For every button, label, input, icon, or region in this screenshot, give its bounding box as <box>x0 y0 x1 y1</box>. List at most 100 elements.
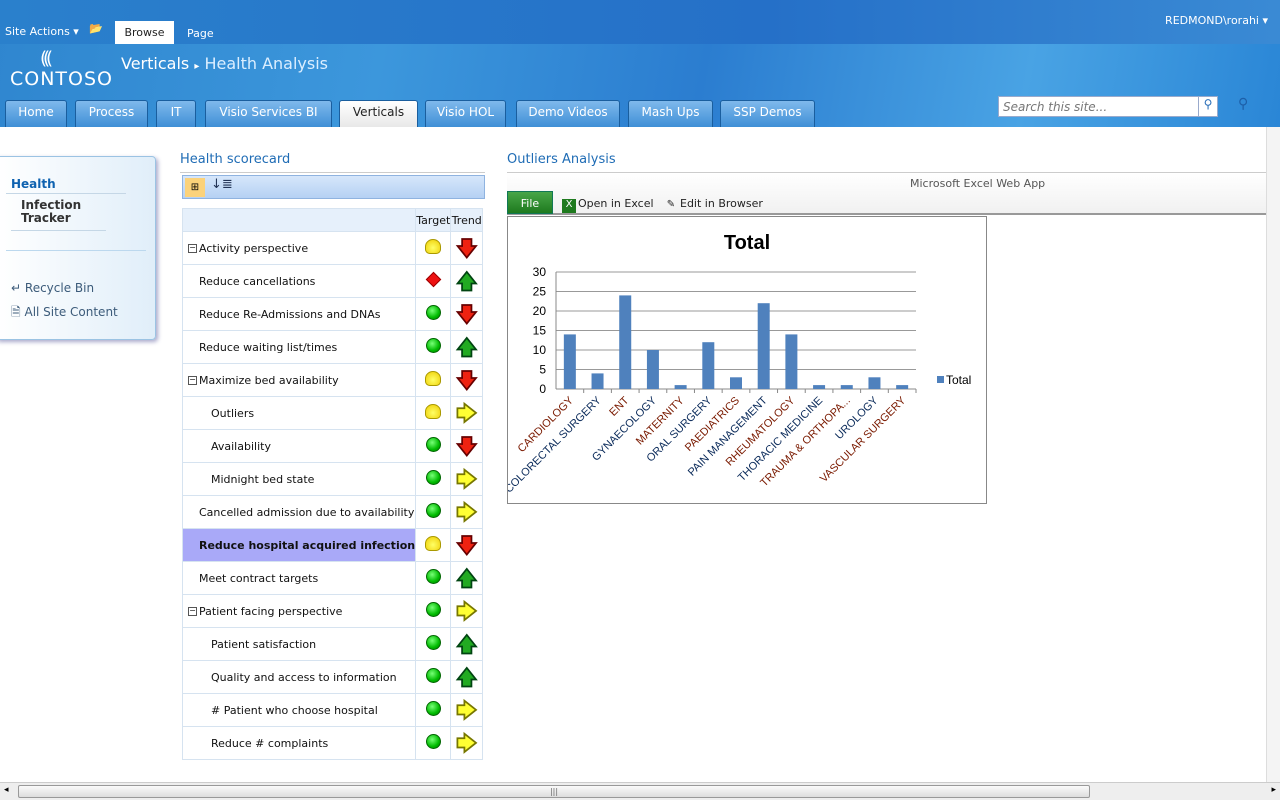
logo-text: CONTOSO <box>10 68 114 90</box>
bar-paediatrics <box>730 377 742 389</box>
nav-heading-health[interactable]: Health <box>11 177 56 191</box>
scorecard-toolbar: ⊞ ↓≣ <box>182 175 485 199</box>
table-row[interactable]: Cancelled admission due to availability 🡆 <box>181 495 483 529</box>
edit-in-browser-button[interactable]: ✎ Edit in Browser <box>664 197 763 213</box>
table-row[interactable]: Midnight bed state 🡆 <box>181 462 483 496</box>
trend-cell: 🡇 <box>450 528 483 562</box>
search-input[interactable]: Search this site... <box>998 96 1218 117</box>
recycle-bin-icon: ↵ <box>11 281 22 295</box>
kpi-cell[interactable]: Reduce waiting list/times <box>181 330 417 364</box>
tab-verticals[interactable]: Verticals <box>339 100 418 127</box>
breadcrumb-current: Health Analysis <box>204 54 328 73</box>
tab-visio-services-bi[interactable]: Visio Services BI <box>205 100 332 127</box>
trend-cell: 🡇 <box>450 297 483 331</box>
table-row[interactable]: # Patient who choose hospital 🡆 <box>181 693 483 727</box>
green-circle-icon <box>425 701 441 716</box>
table-row[interactable]: Reduce cancellations 🡅 <box>181 264 483 298</box>
kpi-cell[interactable]: − Maximize bed availability <box>181 363 417 397</box>
kpi-label: Activity perspective <box>199 241 309 255</box>
kpi-cell[interactable]: # Patient who choose hospital <box>181 693 417 727</box>
green-circle-icon <box>425 602 441 617</box>
bar-pain-management <box>757 303 770 389</box>
trend-cell: 🡅 <box>450 660 483 694</box>
nav-item-infection-tracker[interactable]: Infection Tracker <box>21 199 111 225</box>
table-row[interactable]: Reduce # complaints 🡆 <box>181 726 483 760</box>
horizontal-scrollbar[interactable]: ◂ ||| ▸ <box>0 782 1280 800</box>
kpi-cell[interactable]: − Patient facing perspective <box>181 594 417 628</box>
trend-cell: 🡇 <box>450 429 483 463</box>
tab-ssp-demos[interactable]: SSP Demos <box>720 100 815 127</box>
kpi-cell[interactable]: Midnight bed state <box>181 462 417 496</box>
table-row[interactable]: Reduce hospital acquired infection 🡇 <box>181 528 483 562</box>
expand-collapse-icon[interactable]: ⊞ <box>185 178 205 197</box>
target-cell <box>415 396 452 430</box>
trend-cell: 🡅 <box>450 561 483 595</box>
kpi-cell[interactable]: Outliers <box>181 396 417 430</box>
kpi-cell[interactable]: Quality and access to information <box>181 660 417 694</box>
vertical-scrollbar[interactable] <box>1266 127 1280 782</box>
y-tick-label: 15 <box>533 324 547 338</box>
table-row[interactable]: Reduce waiting list/times 🡅 <box>181 330 483 364</box>
green-circle-icon <box>425 569 441 584</box>
file-button[interactable]: File <box>507 191 553 214</box>
table-row[interactable]: Outliers 🡆 <box>181 396 483 430</box>
breadcrumb-arrow-icon: ▸ <box>194 61 200 72</box>
tab-browse[interactable]: Browse <box>115 21 174 44</box>
site-actions-menu[interactable]: Site Actions ▾ <box>5 25 79 38</box>
kpi-label: Outliers <box>211 406 255 420</box>
kpi-cell[interactable]: Cancelled admission due to availability <box>181 495 417 529</box>
tab-mash-ups[interactable]: Mash Ups <box>628 100 713 127</box>
kpi-cell[interactable]: Patient satisfaction <box>181 627 417 661</box>
navigate-up-icon[interactable]: 📂 <box>89 22 103 35</box>
user-menu[interactable]: REDMOND\rorahi ▾ <box>1165 14 1268 27</box>
table-row[interactable]: Reduce Re-Admissions and DNAs 🡇 <box>181 297 483 331</box>
trend-cell: 🡆 <box>450 726 483 760</box>
kpi-cell[interactable]: Meet contract targets <box>181 561 417 595</box>
all-site-content-label: All Site Content <box>24 305 118 319</box>
target-cell <box>415 693 452 727</box>
green-circle-icon <box>425 305 441 320</box>
kpi-cell[interactable]: Reduce hospital acquired infection <box>181 528 417 562</box>
breadcrumb-verticals[interactable]: Verticals <box>121 54 189 73</box>
kpi-cell[interactable]: Reduce cancellations <box>181 264 417 298</box>
bar-rheumatology <box>785 334 798 389</box>
target-cell <box>415 561 452 595</box>
scroll-left-icon[interactable]: ◂ <box>4 785 9 795</box>
scrollbar-thumb[interactable]: ||| <box>18 785 1090 798</box>
logo-swoosh-icon: ((( <box>40 48 53 69</box>
tab-page[interactable]: Page <box>187 27 214 40</box>
table-row[interactable]: Quality and access to information 🡅 <box>181 660 483 694</box>
all-site-content-link[interactable]: 🗎 All Site Content <box>11 303 118 324</box>
open-in-excel-button[interactable]: X Open in Excel <box>562 197 654 213</box>
table-row[interactable]: − Activity perspective 🡇 <box>181 231 483 265</box>
sort-icon[interactable]: ↓≣ <box>211 177 233 192</box>
bar-colorectal-surgery <box>591 373 604 389</box>
tab-demo-videos[interactable]: Demo Videos <box>516 100 620 127</box>
kpi-cell[interactable]: − Activity perspective <box>181 231 417 265</box>
recycle-bin-link[interactable]: ↵ Recycle Bin <box>11 281 94 295</box>
collapse-icon[interactable]: − <box>188 244 197 253</box>
divider <box>180 172 485 173</box>
help-search-icon[interactable]: ⚲ <box>1238 96 1248 112</box>
collapse-icon[interactable]: − <box>188 607 197 616</box>
table-row[interactable]: Availability 🡇 <box>181 429 483 463</box>
scroll-right-icon[interactable]: ▸ <box>1271 785 1276 795</box>
bar-gynaecology <box>646 350 659 389</box>
kpi-cell[interactable]: Reduce # complaints <box>181 726 417 760</box>
bar-ent <box>619 295 632 389</box>
trend-down-arrow-icon: 🡇 <box>456 236 478 260</box>
table-row[interactable]: Meet contract targets 🡅 <box>181 561 483 595</box>
tab-process[interactable]: Process <box>75 100 148 127</box>
table-row[interactable]: − Patient facing perspective 🡆 <box>181 594 483 628</box>
tab-home[interactable]: Home <box>5 100 67 127</box>
trend-cell: 🡆 <box>450 495 483 529</box>
tab-it[interactable]: IT <box>156 100 196 127</box>
kpi-cell[interactable]: Availability <box>181 429 417 463</box>
search-icon[interactable]: ⚲ <box>1198 96 1218 117</box>
collapse-icon[interactable]: − <box>188 376 197 385</box>
table-row[interactable]: Patient satisfaction 🡅 <box>181 627 483 661</box>
table-row[interactable]: − Maximize bed availability 🡇 <box>181 363 483 397</box>
logo[interactable]: (((CONTOSO <box>10 48 114 91</box>
tab-visio-hol[interactable]: Visio HOL <box>425 100 506 127</box>
kpi-cell[interactable]: Reduce Re-Admissions and DNAs <box>181 297 417 331</box>
